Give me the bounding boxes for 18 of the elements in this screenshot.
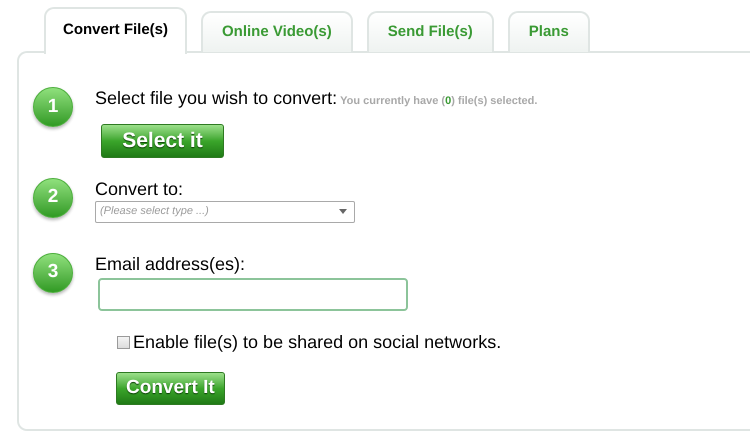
convert-button[interactable]: Convert It — [116, 372, 225, 404]
tab[interactable]: Send File(s) — [366, 11, 494, 52]
checkbox-label: Enable file(s) to be shared on social networks. — [133, 330, 502, 354]
step-number: 2 — [33, 178, 73, 218]
step-label: Convert to: — [95, 178, 184, 200]
tab[interactable]: Online Video(s) — [201, 11, 353, 52]
step-label: Email address(es): — [95, 252, 246, 274]
email-field[interactable] — [98, 278, 408, 310]
step-label: Select file you wish to convert: — [95, 87, 338, 109]
step-number: 3 — [33, 252, 73, 292]
tab[interactable]: Plans — [508, 11, 590, 52]
checkbox[interactable] — [117, 336, 130, 348]
type-dropdown[interactable]: (Please select type ...) — [95, 200, 355, 222]
select-button[interactable]: Select it — [101, 124, 224, 158]
selection-note: You currently have (0) file(s) selected. — [340, 94, 538, 109]
caret-icon — [339, 209, 347, 214]
step-number: 1 — [33, 87, 73, 127]
tab[interactable]: Convert File(s) — [44, 7, 188, 54]
